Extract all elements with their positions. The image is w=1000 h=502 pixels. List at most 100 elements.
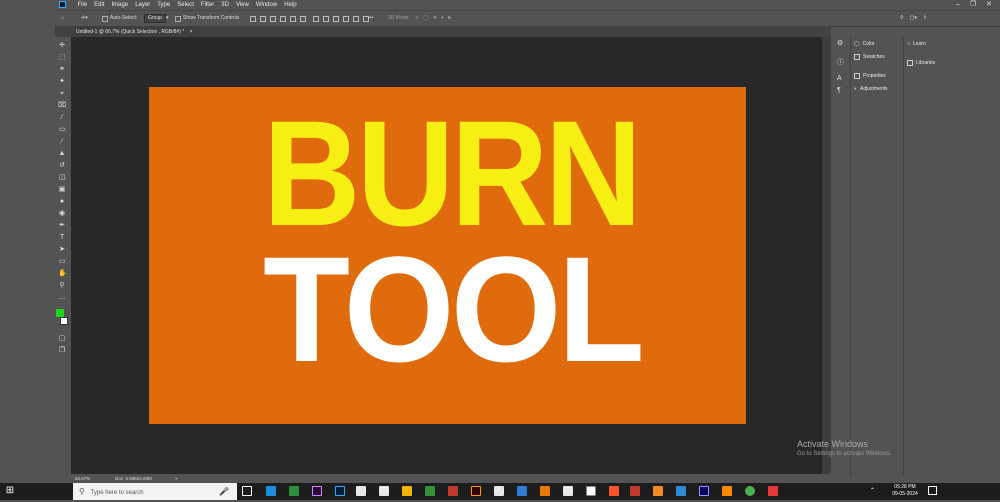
microphone-icon[interactable]: 🎤: [219, 483, 229, 500]
workspace-icon[interactable]: ▢▾: [910, 11, 917, 26]
eyedropper-tool-icon[interactable]: ⁄: [58, 114, 66, 122]
brush-tool-icon[interactable]: ∕: [58, 138, 66, 146]
menu-window[interactable]: Window: [252, 0, 280, 10]
edit-toolbar-icon[interactable]: …: [58, 294, 66, 302]
status-menu-arrow[interactable]: >: [175, 474, 178, 483]
menu-image[interactable]: Image: [108, 0, 132, 10]
blue-app-icon[interactable]: [494, 486, 504, 496]
type-tool-icon[interactable]: T: [58, 234, 66, 242]
frame-tool-icon[interactable]: ⌧: [58, 102, 66, 110]
distribute-left-icon[interactable]: [343, 15, 349, 22]
quick-mask-icon[interactable]: ▢: [58, 335, 66, 343]
folder-icon[interactable]: [402, 486, 412, 496]
store-icon[interactable]: [356, 486, 366, 496]
align-middle-icon[interactable]: [290, 15, 296, 22]
move-tool-icon[interactable]: ✛: [58, 42, 66, 50]
notification-icon[interactable]: [928, 486, 937, 495]
crop-tool-icon[interactable]: ⌖: [58, 90, 66, 98]
canvas-vertical-scrollbar[interactable]: [822, 37, 831, 474]
taskbar-clock[interactable]: 05:28 PM 09-05-2024: [890, 484, 920, 498]
move-tool-icon[interactable]: ✛▾: [81, 11, 88, 26]
close-icon[interactable]: ✕: [986, 0, 992, 10]
menu-help[interactable]: Help: [281, 0, 300, 10]
rectangle-tool-icon[interactable]: ▭: [58, 258, 66, 266]
photoshop-taskbar-icon[interactable]: [335, 486, 345, 496]
vlc-icon[interactable]: [722, 486, 732, 496]
after-effects-icon[interactable]: [699, 486, 709, 496]
background-color-swatch[interactable]: [60, 317, 68, 325]
color-panel-tab[interactable]: ◯ Color: [854, 39, 875, 49]
learn-panel-tab[interactable]: ○ Learn: [907, 39, 926, 49]
mail-icon[interactable]: [379, 486, 389, 496]
menu-file[interactable]: File: [74, 0, 91, 10]
quick-selection-tool-icon[interactable]: ✦: [58, 78, 66, 86]
distribute-bottom-icon[interactable]: [333, 15, 339, 22]
menu-filter[interactable]: Filter: [197, 0, 217, 10]
align-bottom-icon[interactable]: [300, 15, 306, 22]
chrome-icon[interactable]: [745, 486, 755, 496]
menu-layer[interactable]: Layer: [132, 0, 154, 10]
3d-roll-icon[interactable]: ◯: [423, 11, 429, 26]
menu-3d[interactable]: 3D: [218, 0, 233, 10]
clone-stamp-tool-icon[interactable]: ▲: [58, 150, 66, 158]
youtube-icon[interactable]: [768, 486, 778, 496]
lasso-tool-icon[interactable]: ⚭: [58, 66, 66, 74]
3d-pan-icon[interactable]: ✥: [433, 11, 437, 26]
marquee-tool-icon[interactable]: ⬚: [58, 54, 66, 62]
image-viewer-icon[interactable]: [517, 486, 527, 496]
healing-brush-tool-icon[interactable]: ▭: [58, 126, 66, 134]
swatches-panel-tab[interactable]: Swatches: [854, 52, 885, 62]
history-brush-tool-icon[interactable]: ↺: [58, 162, 66, 170]
align-left-icon[interactable]: [250, 15, 256, 22]
screen-mode-icon[interactable]: ❐: [58, 347, 66, 355]
red-app-icon[interactable]: [448, 486, 458, 496]
zoom-level[interactable]: 66.67%: [75, 474, 90, 483]
blur-tool-icon[interactable]: ●: [58, 198, 66, 206]
show-transform-checkbox[interactable]: Show Transform Controls: [175, 11, 239, 26]
document-tab[interactable]: Untitled-1 @ 66.7% (Quick Selection , RG…: [73, 27, 201, 37]
group-select[interactable]: Group ▾: [144, 11, 168, 26]
chat-icon[interactable]: [289, 486, 299, 496]
home-icon[interactable]: ⌂: [61, 11, 64, 26]
pen-tool-icon[interactable]: ✒: [58, 222, 66, 230]
eraser-tool-icon[interactable]: ◫: [58, 174, 66, 182]
libraries-panel-tab[interactable]: Libraries: [907, 58, 935, 68]
files-icon[interactable]: [540, 486, 550, 496]
history-panel-icon[interactable]: ⚙: [837, 39, 843, 47]
brave-icon[interactable]: [609, 486, 619, 496]
menu-select[interactable]: Select: [174, 0, 198, 10]
path-selection-tool-icon[interactable]: ➤: [58, 246, 66, 254]
illustrator-icon[interactable]: [471, 486, 481, 496]
distribute-vcenter-icon[interactable]: [323, 15, 329, 22]
menu-edit[interactable]: Edit: [91, 0, 108, 10]
taskbar-search[interactable]: ⚲ Type here to search 🎤: [73, 483, 237, 500]
premiere-icon[interactable]: [312, 486, 322, 496]
align-center-icon[interactable]: [260, 15, 266, 22]
more-options-icon[interactable]: •••: [368, 11, 373, 26]
3d-slide-icon[interactable]: ♦: [441, 11, 444, 26]
info-panel-icon[interactable]: ⓘ: [837, 57, 844, 67]
align-right-icon[interactable]: [270, 15, 276, 22]
3d-scale-icon[interactable]: ■: [448, 11, 451, 26]
foreground-color-swatch[interactable]: [56, 309, 64, 317]
blender-icon[interactable]: [653, 486, 663, 496]
distribute-top-icon[interactable]: [313, 15, 319, 22]
character-panel-icon[interactable]: A: [837, 75, 842, 82]
gradient-tool-icon[interactable]: ▣: [58, 186, 66, 194]
pdf-reader-icon[interactable]: [630, 486, 640, 496]
windows-start-icon[interactable]: ⊞: [3, 484, 17, 498]
leaf-app-icon[interactable]: [425, 486, 435, 496]
distribute-hcenter-icon[interactable]: [353, 15, 359, 22]
edge-icon[interactable]: [266, 486, 276, 496]
menu-view[interactable]: View: [232, 0, 252, 10]
share-icon[interactable]: ⇧: [923, 11, 927, 26]
paragraph-panel-icon[interactable]: ¶: [837, 87, 841, 94]
3d-orbit-icon[interactable]: ↻: [415, 11, 419, 26]
search-icon[interactable]: ⚲: [900, 11, 904, 26]
auto-select-checkbox[interactable]: Auto-Select:: [102, 11, 137, 26]
menu-type[interactable]: Type: [154, 0, 174, 10]
browser-icon[interactable]: [676, 486, 686, 496]
task-view-icon[interactable]: [242, 486, 252, 496]
tray-chevron-icon[interactable]: ⌃: [870, 487, 875, 494]
settings-icon[interactable]: [563, 486, 573, 496]
